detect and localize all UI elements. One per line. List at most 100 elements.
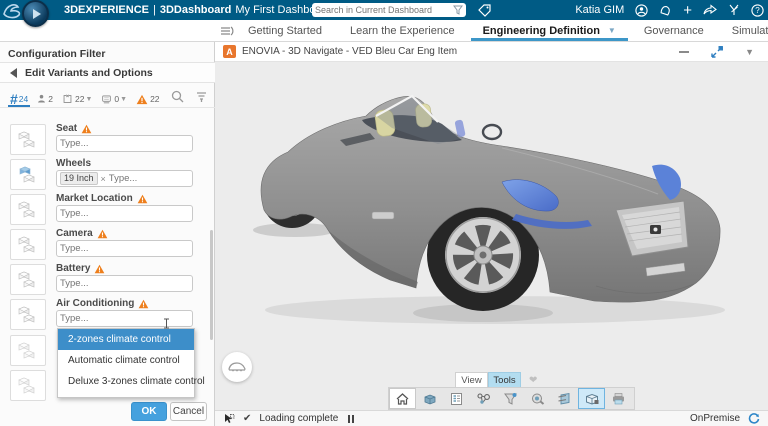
edit-variants-button[interactable]: Edit Variants and Options: [0, 62, 215, 83]
share-icon[interactable]: [703, 4, 717, 16]
search-box[interactable]: [312, 3, 466, 17]
filter-input[interactable]: [109, 173, 189, 184]
section-tool-button[interactable]: [551, 388, 578, 409]
chevron-down-icon[interactable]: ▼: [85, 96, 92, 107]
filter-input[interactable]: [60, 208, 189, 219]
kinematics-tool-button[interactable]: [470, 388, 497, 409]
person-icon: [36, 94, 47, 107]
user-name[interactable]: Katia GIM: [575, 4, 624, 16]
tab-chevron-down-icon[interactable]: ▼: [608, 26, 616, 35]
product-cubes-icon[interactable]: [10, 229, 46, 260]
product-cubes-icon[interactable]: [10, 194, 46, 225]
configuration-filter-panel: Configuration Filter Edit Variants and O…: [0, 42, 215, 426]
clipping-box-tool-button[interactable]: [578, 388, 605, 409]
filter-input[interactable]: [60, 243, 189, 254]
search-filter-icon[interactable]: [453, 5, 463, 15]
counter-people[interactable]: 2: [34, 86, 55, 107]
widget-header: A ENOVIA - 3D Navigate - VED Bleu Car En…: [215, 42, 768, 62]
search-icon[interactable]: [171, 90, 184, 103]
product-cubes-icon[interactable]: [10, 299, 46, 330]
premise-label: OnPremise: [690, 413, 740, 424]
filter-input[interactable]: [60, 278, 189, 289]
ok-button[interactable]: OK: [131, 402, 167, 421]
counter-excluded[interactable]: 22 ▼: [59, 86, 94, 107]
app-name: 3DDashboard: [160, 4, 232, 16]
select-cursor-icon[interactable]: [223, 413, 235, 425]
car-assistant-button[interactable]: [222, 352, 252, 382]
widget-menu-chevron-icon[interactable]: ▼: [745, 47, 754, 57]
toolbar-collapse-icon[interactable]: ❤: [529, 372, 537, 388]
warning-icon: [81, 124, 92, 134]
filter-input-box[interactable]: [56, 205, 193, 222]
collaboration-icon[interactable]: [728, 4, 740, 16]
3d-compass-button[interactable]: [22, 0, 49, 27]
filter-tool-button[interactable]: [497, 388, 524, 409]
expand-icon[interactable]: [711, 46, 723, 58]
measure-tool-button[interactable]: [524, 388, 551, 409]
pause-icon[interactable]: [348, 415, 354, 423]
svg-text:?: ?: [755, 6, 760, 15]
search-input[interactable]: [315, 5, 453, 15]
filter-row-camera: Camera: [0, 227, 215, 262]
dropdown-option-2[interactable]: Automatic climate control: [58, 350, 194, 371]
cancel-button[interactable]: Cancel: [170, 402, 207, 421]
specification-icon: [450, 392, 463, 406]
product-cubes-icon[interactable]: [10, 335, 46, 366]
specification-tool-button[interactable]: [443, 388, 470, 409]
home-tool-button[interactable]: [389, 388, 416, 409]
3d-viewport[interactable]: View Tools ❤: [215, 62, 768, 410]
add-content-icon[interactable]: +: [683, 2, 692, 19]
widget-area: A ENOVIA - 3D Navigate - VED Bleu Car En…: [215, 42, 768, 426]
warning-icon: [97, 229, 108, 239]
filter-input-box[interactable]: [56, 275, 193, 292]
filter-row-wheels: Wheels 19 Inch ×: [0, 157, 215, 192]
counter-devices[interactable]: 0 ▼: [98, 86, 129, 107]
kinematics-icon: [476, 392, 491, 406]
section-icon: [557, 392, 573, 406]
print-tool-button[interactable]: [605, 388, 632, 409]
filter-input-box[interactable]: [56, 310, 193, 327]
tag-icon[interactable]: [478, 4, 491, 17]
home-icon: [395, 392, 410, 406]
filter-options-icon[interactable]: [196, 90, 207, 103]
tools-tab[interactable]: Tools: [488, 372, 521, 388]
filter-row-battery: Battery: [0, 262, 215, 297]
dropdown-option-1[interactable]: 2-zones climate control: [58, 329, 194, 350]
filter-input[interactable]: [60, 138, 189, 149]
tab-governance[interactable]: Governance: [630, 20, 718, 41]
filter-input-box[interactable]: 19 Inch ×: [56, 170, 193, 187]
counter-warnings[interactable]: 22: [133, 86, 161, 107]
tab-getting-started[interactable]: Getting Started: [234, 20, 336, 41]
tab-learn-the-experience[interactable]: Learn the Experience: [336, 20, 469, 41]
filter-input-box[interactable]: [56, 135, 193, 152]
brand-name: 3DEXPERIENCE: [64, 4, 149, 16]
viewport-status-bar: ✔ Loading complete OnPremise: [215, 410, 768, 426]
notifications-bell-icon[interactable]: [659, 4, 672, 17]
tabs-menu-icon[interactable]: [220, 20, 234, 41]
product-cubes-icon[interactable]: [10, 124, 46, 155]
model-tool-button[interactable]: [416, 388, 443, 409]
view-tab[interactable]: View: [455, 372, 488, 388]
onpremise-icon: [748, 413, 760, 425]
measure-icon: [530, 392, 545, 406]
chevron-down-icon[interactable]: ▼: [120, 96, 127, 107]
profile-icon[interactable]: [635, 4, 648, 17]
top-app-bar: 3DEXPERIENCE | 3DDashboard My First Dash…: [0, 0, 768, 20]
filter-label: Wheels: [56, 158, 91, 169]
tab-simulation[interactable]: Simulation: [718, 20, 768, 41]
dropdown-option-3[interactable]: Deluxe 3-zones climate control: [58, 371, 194, 392]
product-cubes-icon[interactable]: [10, 370, 46, 401]
product-cubes-icon-selected[interactable]: [10, 159, 46, 190]
sidebar-scrollbar[interactable]: [210, 230, 213, 340]
warning-icon: [137, 194, 148, 204]
counter-parts[interactable]: # 24: [8, 86, 30, 107]
value-chip[interactable]: 19 Inch: [60, 172, 98, 185]
chip-remove-icon[interactable]: ×: [101, 174, 106, 184]
product-cubes-icon[interactable]: [10, 264, 46, 295]
help-icon[interactable]: ?: [751, 4, 764, 17]
tab-engineering-definition[interactable]: Engineering Definition ▼: [469, 20, 630, 41]
widget-title: ENOVIA - 3D Navigate - VED Bleu Car Eng …: [242, 46, 457, 57]
minimize-icon[interactable]: [679, 51, 689, 53]
filter-input-box[interactable]: [56, 240, 193, 257]
filter-row-seat: Seat: [0, 122, 215, 157]
